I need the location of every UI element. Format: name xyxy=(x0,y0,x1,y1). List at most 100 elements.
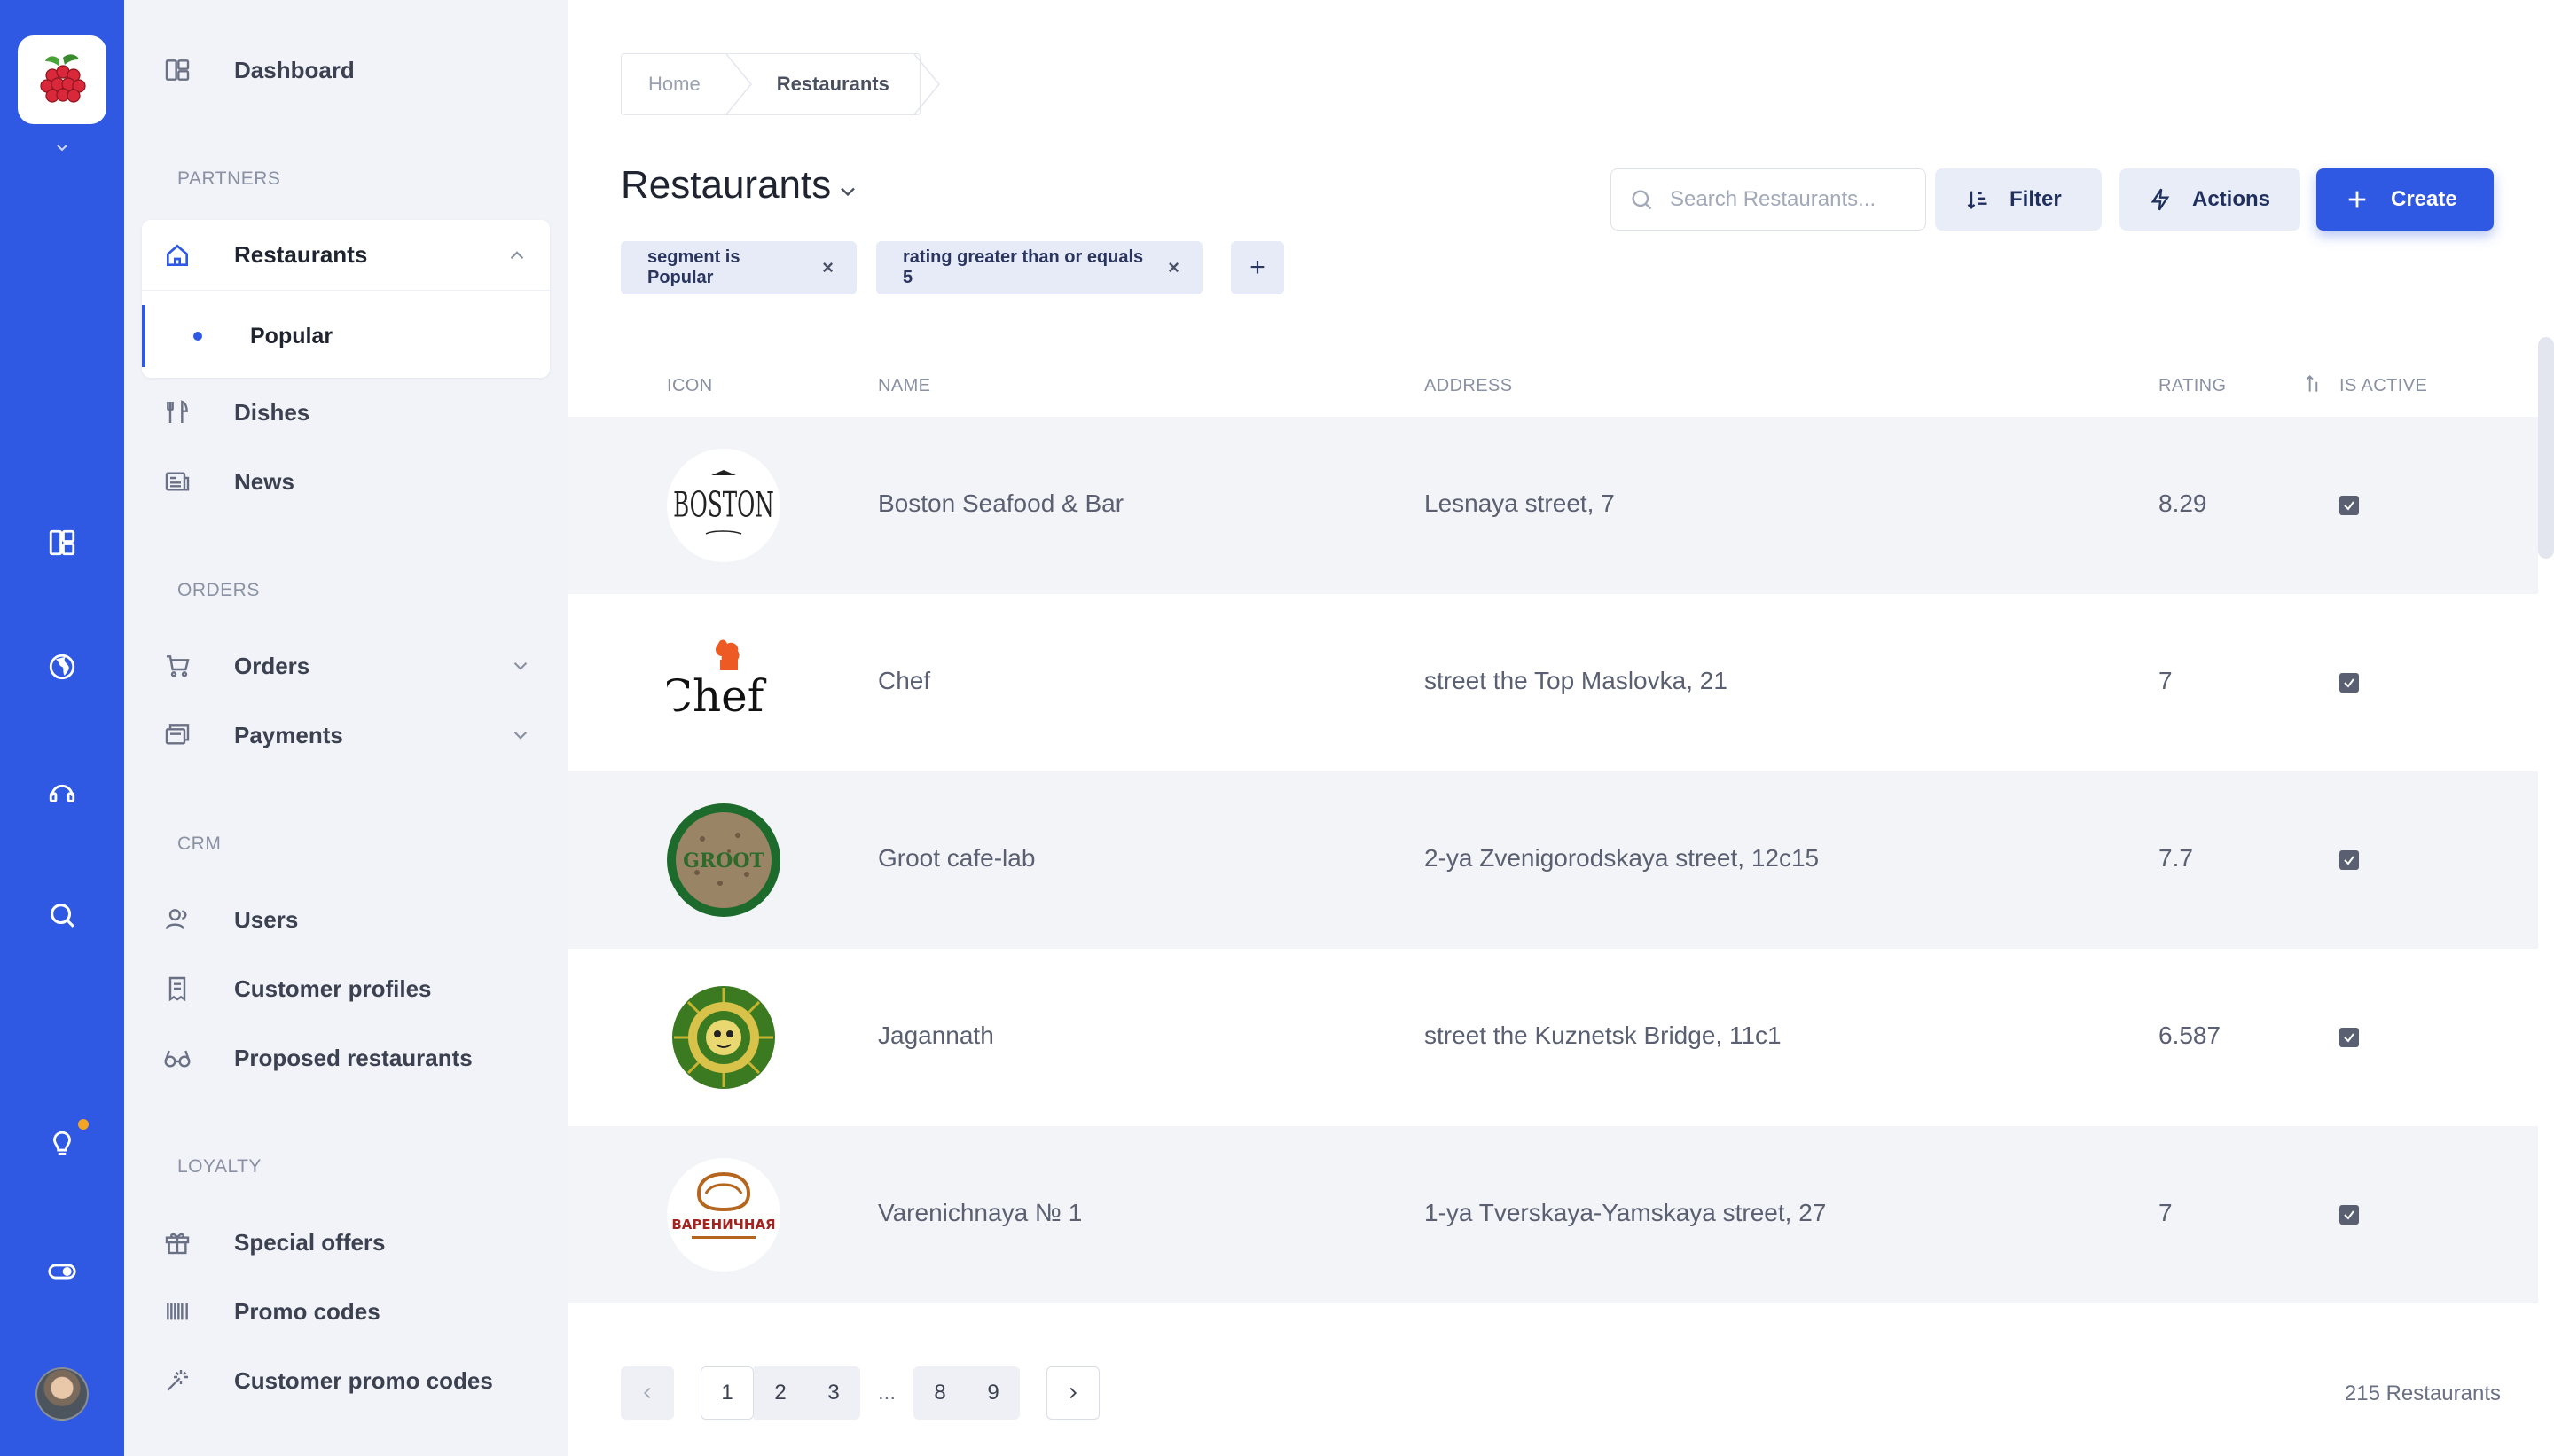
sidebar-item-special-offers[interactable]: Special offers xyxy=(142,1208,550,1277)
vertical-scrollbar[interactable] xyxy=(2538,337,2554,559)
page-button-9[interactable]: 9 xyxy=(967,1366,1020,1420)
actions-label: Actions xyxy=(2192,187,2271,211)
restaurant-name[interactable]: Boston Seafood & Bar xyxy=(878,489,1124,518)
sidebar-item-dishes[interactable]: Dishes xyxy=(142,378,550,447)
filter-chip-rating[interactable]: rating greater than or equals 5 × xyxy=(876,241,1203,294)
page-button-8[interactable]: 8 xyxy=(913,1366,967,1420)
close-icon[interactable]: × xyxy=(1168,256,1179,279)
sidebar-item-label: News xyxy=(234,467,294,495)
sidebar-item-customer-profiles[interactable]: Customer profiles xyxy=(142,954,550,1023)
search-input[interactable] xyxy=(1670,187,1909,212)
section-label-loyalty: LOYALTY xyxy=(177,1156,262,1177)
add-filter-button[interactable]: + xyxy=(1231,241,1284,294)
close-icon[interactable]: × xyxy=(822,256,834,279)
check-icon xyxy=(2344,1210,2354,1220)
chevron-right-icon xyxy=(1069,1387,1077,1399)
actions-button[interactable]: Actions xyxy=(2119,168,2300,231)
breadcrumb-current[interactable]: Restaurants xyxy=(727,54,920,114)
boston-logo: BOSTON xyxy=(667,449,780,562)
sidebar-item-popular[interactable]: Popular xyxy=(142,305,550,367)
filter-button[interactable]: Filter xyxy=(1935,168,2102,231)
dashboard-icon xyxy=(163,56,216,84)
search-box[interactable] xyxy=(1610,168,1926,231)
lightbulb-icon[interactable] xyxy=(41,1123,83,1165)
chevron-down-icon[interactable] xyxy=(835,179,860,204)
sidebar-item-label: Dishes xyxy=(234,398,310,426)
sidebar-item-dashboard[interactable]: Dashboard xyxy=(142,35,550,105)
breadcrumb-home[interactable]: Home xyxy=(622,54,727,114)
table-row[interactable]: ВАРЕНИЧНАЯ Varenichnaya № 1 1-ya Tverska… xyxy=(568,1126,2538,1303)
check-icon xyxy=(2344,1033,2354,1043)
support-icon[interactable] xyxy=(41,770,83,812)
table-header: ICON NAME ADDRESS RATING IS ACTIVE xyxy=(568,355,2536,417)
page-button-3[interactable]: 3 xyxy=(807,1366,860,1420)
sidebar-item-restaurants[interactable]: Restaurants xyxy=(142,220,550,291)
boston-logo-text: BOSTON xyxy=(673,485,774,525)
plus-icon xyxy=(2348,191,2366,208)
chevron-left-icon xyxy=(643,1387,651,1399)
sidebar-item-payments[interactable]: Payments xyxy=(142,701,550,770)
sidebar-group-restaurants: Restaurants Popular xyxy=(142,220,550,378)
cart-icon xyxy=(163,652,216,680)
sidebar-item-users[interactable]: Users xyxy=(142,885,550,954)
raspberry-logo[interactable] xyxy=(18,35,106,124)
table-row[interactable]: GROOT Groot cafe-lab 2-ya Zvenigorodskay… xyxy=(568,771,2538,949)
breadcrumb-separator xyxy=(914,54,940,114)
sidebar-item-news[interactable]: News xyxy=(142,447,550,516)
icon-rail xyxy=(0,0,124,1456)
notification-dot xyxy=(78,1119,89,1130)
page-button-2[interactable]: 2 xyxy=(754,1366,807,1420)
column-header-name[interactable]: NAME xyxy=(878,376,930,396)
utensils-icon xyxy=(163,398,216,427)
chevron-down-icon[interactable] xyxy=(51,137,73,158)
sidebar-item-label: Promo codes xyxy=(234,1297,380,1325)
avatar[interactable] xyxy=(35,1367,89,1421)
restaurant-name[interactable]: Chef xyxy=(878,667,930,695)
search-icon[interactable] xyxy=(41,894,83,936)
restaurant-name[interactable]: Groot cafe-lab xyxy=(878,844,1035,873)
page-button-1[interactable]: 1 xyxy=(701,1366,754,1420)
active-checkbox[interactable] xyxy=(2339,496,2359,515)
lightning-icon xyxy=(2151,188,2170,211)
sidebar-item-label: Proposed restaurants xyxy=(234,1044,473,1071)
sidebar-item-proposed-restaurants[interactable]: Proposed restaurants xyxy=(142,1023,550,1092)
chevron-up-icon[interactable] xyxy=(505,244,529,267)
page-ellipsis: ... xyxy=(877,1381,896,1405)
chevron-down-icon[interactable] xyxy=(509,654,532,677)
restaurant-name[interactable]: Varenichnaya № 1 xyxy=(878,1199,1082,1227)
filter-chip-segment[interactable]: segment is Popular × xyxy=(621,241,857,294)
next-page-button[interactable] xyxy=(1046,1366,1100,1420)
create-button[interactable]: Create xyxy=(2316,168,2494,231)
sidebar-item-promo-codes[interactable]: Promo codes xyxy=(142,1277,550,1346)
column-header-is-active[interactable]: IS ACTIVE xyxy=(2339,376,2427,396)
restaurant-name[interactable]: Jagannath xyxy=(878,1022,994,1050)
users-icon xyxy=(163,905,216,934)
active-checkbox[interactable] xyxy=(2339,1205,2359,1225)
prev-page-button[interactable] xyxy=(621,1366,674,1420)
globe-icon[interactable] xyxy=(41,646,83,688)
table-row[interactable]: Jagannath street the Kuznetsk Bridge, 11… xyxy=(568,949,2538,1126)
column-header-address[interactable]: ADDRESS xyxy=(1424,376,1513,396)
column-header-icon[interactable]: ICON xyxy=(667,376,713,396)
filter-label: Filter xyxy=(2010,187,2062,211)
sidebar-item-customer-promo-codes[interactable]: Customer promo codes xyxy=(142,1346,550,1415)
dashboard-icon[interactable] xyxy=(41,521,83,564)
section-label-orders: ORDERS xyxy=(177,580,260,600)
table-row[interactable]: BOSTON Boston Seafood & Bar Lesnaya stre… xyxy=(568,417,2538,594)
varenichnaya-logo: ВАРЕНИЧНАЯ xyxy=(667,1158,780,1272)
active-checkbox[interactable] xyxy=(2339,1028,2359,1047)
sort-icon[interactable] xyxy=(2302,372,2325,395)
main-content: Home Restaurants Restaurants Filter Acti… xyxy=(568,0,2554,1456)
restaurant-address: Lesnaya street, 7 xyxy=(1424,489,1615,517)
search-icon xyxy=(1632,190,1652,210)
active-checkbox[interactable] xyxy=(2339,673,2359,693)
chevron-down-icon[interactable] xyxy=(509,724,532,747)
column-header-rating[interactable]: RATING xyxy=(2158,376,2226,396)
toggle-icon[interactable] xyxy=(41,1250,83,1293)
sidebar-item-label: Restaurants xyxy=(234,241,368,268)
sidebar-item-orders[interactable]: Orders xyxy=(142,631,550,701)
sidebar-item-label: Dashboard xyxy=(234,56,355,83)
active-checkbox[interactable] xyxy=(2339,850,2359,870)
sidebar-item-label: Customer promo codes xyxy=(234,1366,493,1394)
table-row[interactable]: Chef Chef street the Top Maslovka, 21 7 xyxy=(568,594,2538,771)
